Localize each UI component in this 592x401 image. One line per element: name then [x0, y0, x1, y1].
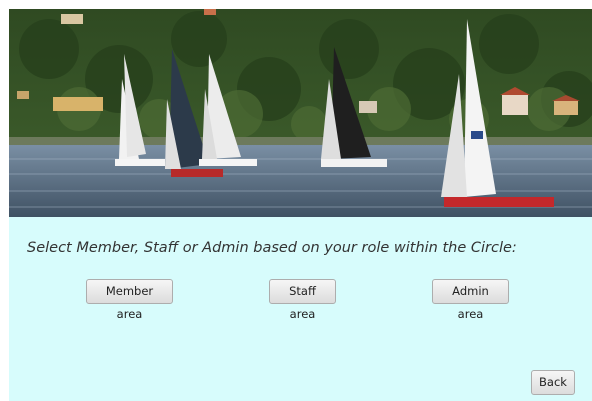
member-area-button[interactable]: Member area: [86, 279, 173, 321]
app-window: Select Member, Staff or Admin based on y…: [9, 9, 592, 401]
sailboats-photo: [9, 9, 592, 217]
back-button[interactable]: Back: [531, 370, 575, 395]
banner-image: [9, 9, 592, 217]
staff-area-button[interactable]: Staff area: [269, 279, 336, 321]
admin-area-button[interactable]: Admin area: [432, 279, 509, 321]
role-prompt: Select Member, Staff or Admin based on y…: [27, 240, 517, 256]
